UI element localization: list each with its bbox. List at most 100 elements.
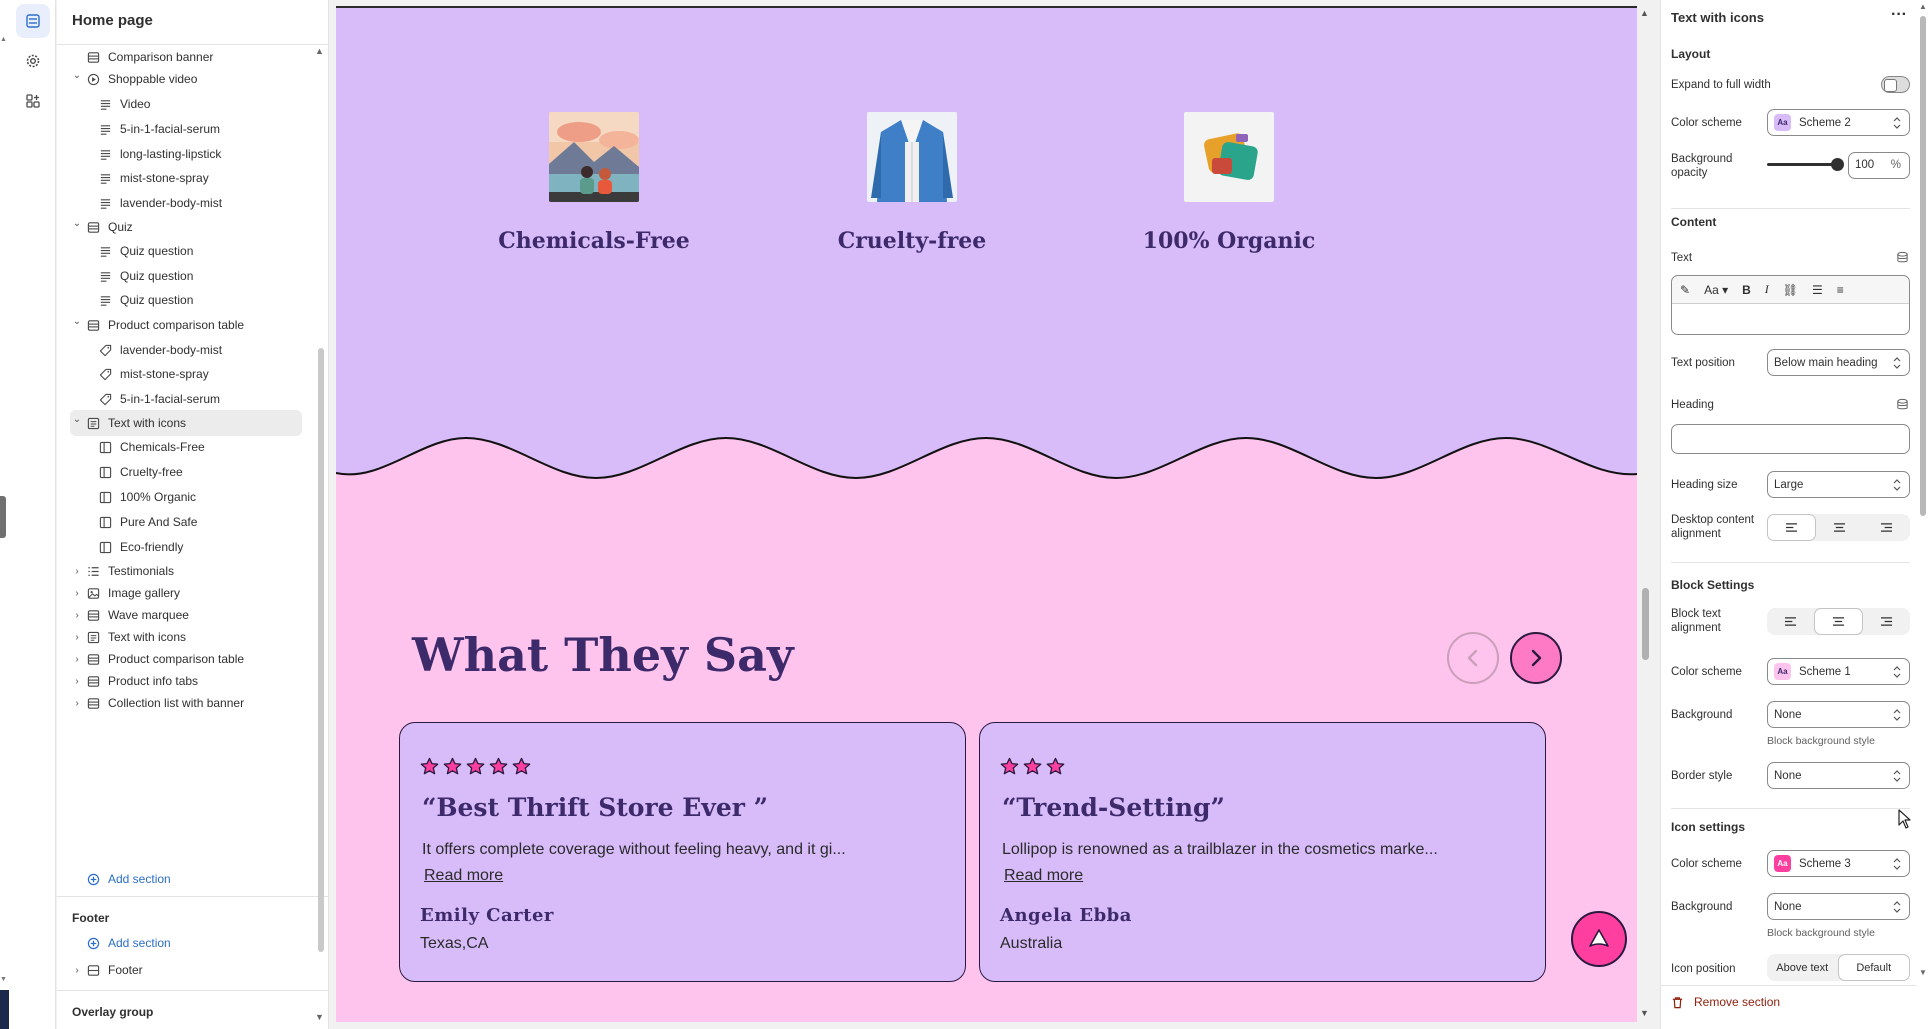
remove-section-button[interactable]: Remove section xyxy=(1671,995,1780,1009)
tree-item[interactable]: Chemicals-Free xyxy=(70,434,302,460)
expand-full-width-toggle[interactable] xyxy=(1881,76,1910,93)
sidebar-scroll-down-icon[interactable]: ▼ xyxy=(315,1012,324,1022)
desktop-alignment-segmented[interactable] xyxy=(1767,514,1910,541)
testimonial-card[interactable]: “Best Thrift Store Ever ” It offers comp… xyxy=(399,722,966,982)
tree-item[interactable]: mist-stone-spray xyxy=(70,165,302,191)
opacity-input[interactable]: 100 % xyxy=(1848,152,1910,179)
block-color-scheme-select[interactable]: Aa Scheme 1 xyxy=(1767,658,1910,685)
align-center-icon[interactable] xyxy=(1814,608,1863,635)
tree-item[interactable]: 5-in-1-facial-serum xyxy=(70,386,302,412)
tree-item[interactable]: Quiz question xyxy=(70,263,302,289)
read-more-link[interactable]: Read more xyxy=(1004,867,1083,885)
settings-gear-icon[interactable] xyxy=(16,44,50,78)
rich-text-editor[interactable]: ✎ Aa ▾ B I ⛓ ☰ ≡ xyxy=(1671,275,1910,335)
icon-position-segmented[interactable]: Above text Default xyxy=(1767,954,1910,981)
heading-input[interactable] xyxy=(1671,424,1910,454)
tree-item[interactable]: long-lasting-lipstick xyxy=(70,141,302,167)
link-icon[interactable]: ⛓ xyxy=(1783,283,1798,297)
tree-item[interactable]: Video xyxy=(70,91,302,117)
heading-size-select[interactable]: Large xyxy=(1767,471,1910,498)
chevron-down-icon[interactable]: ⌄ xyxy=(72,218,82,229)
testimonial-card[interactable]: “Trend-Setting” Lollipop is renowned as … xyxy=(979,722,1546,982)
bold-icon[interactable]: B xyxy=(1742,283,1751,297)
heading-size-label: Heading size xyxy=(1671,479,1738,491)
scroll-up-icon[interactable]: ▲ xyxy=(0,36,7,43)
numbered-list-icon[interactable]: ≡ xyxy=(1837,283,1844,297)
add-section-button[interactable]: Add section xyxy=(70,866,302,892)
chevron-right-icon[interactable]: › xyxy=(72,632,82,643)
tree-item[interactable]: ⌄ Text with icons xyxy=(70,410,302,436)
more-options-icon[interactable]: ··· xyxy=(1891,6,1907,24)
align-right-icon[interactable] xyxy=(1863,608,1910,635)
tree-item[interactable]: lavender-body-mist xyxy=(70,337,302,363)
icon-position-default[interactable]: Default xyxy=(1837,954,1910,981)
tree-item[interactable]: › Collection list with banner xyxy=(70,690,302,716)
scroll-down-icon[interactable]: ▼ xyxy=(0,976,7,983)
chevron-right-icon[interactable]: › xyxy=(72,676,82,687)
tree-item[interactable]: Eco-friendly xyxy=(70,534,302,560)
font-size-dropdown[interactable]: Aa ▾ xyxy=(1704,283,1728,297)
text-position-select[interactable]: Below main heading xyxy=(1767,349,1910,376)
chevron-down-icon[interactable]: ⌄ xyxy=(72,70,82,81)
resize-handle[interactable] xyxy=(0,496,6,538)
chevron-right-icon[interactable]: › xyxy=(72,566,82,577)
scroll-to-top-button[interactable] xyxy=(1571,911,1627,967)
panel-scroll-up-icon[interactable]: ▲ xyxy=(1919,2,1927,11)
align-left-icon[interactable] xyxy=(1767,608,1814,635)
carousel-next-button[interactable] xyxy=(1510,632,1562,684)
feature-cruelty-free[interactable]: Cruelty-free xyxy=(762,112,1062,254)
opacity-slider-thumb[interactable] xyxy=(1831,158,1844,171)
panel-scroll-down-icon[interactable]: ▼ xyxy=(1919,968,1927,977)
tree-item[interactable]: 100% Organic xyxy=(70,484,302,510)
chevron-right-icon[interactable]: › xyxy=(72,698,82,709)
panel-scrollbar-thumb[interactable] xyxy=(1920,16,1926,516)
icon-background-select[interactable]: None xyxy=(1767,893,1910,920)
sidebar-scrollbar-thumb[interactable] xyxy=(318,348,324,952)
canvas-scrollbar-thumb[interactable] xyxy=(1642,588,1649,660)
block-alignment-segmented[interactable] xyxy=(1767,608,1910,635)
chevron-down-icon[interactable]: ⌄ xyxy=(72,414,82,425)
footer-add-section-button[interactable]: Add section xyxy=(70,930,302,956)
sidebar-scroll-up-icon[interactable]: ▲ xyxy=(315,46,324,56)
magic-wand-icon[interactable]: ✎ xyxy=(1680,283,1690,297)
border-style-select[interactable]: None xyxy=(1767,762,1910,789)
chevron-right-icon[interactable]: › xyxy=(72,965,82,976)
align-left-icon[interactable] xyxy=(1767,514,1816,541)
sections-icon[interactable] xyxy=(16,4,50,38)
icon-position-label: Icon position xyxy=(1671,963,1736,975)
tree-item[interactable]: Quiz question xyxy=(70,287,302,313)
align-right-icon[interactable] xyxy=(1863,514,1910,541)
bullet-list-icon[interactable]: ☰ xyxy=(1812,283,1823,297)
read-more-link[interactable]: Read more xyxy=(424,867,503,885)
apps-icon[interactable] xyxy=(16,84,50,118)
canvas-scroll-up-icon[interactable]: ▲ xyxy=(1640,8,1649,18)
icon-color-scheme-select[interactable]: Aa Scheme 3 xyxy=(1767,850,1910,877)
dynamic-source-icon[interactable] xyxy=(1896,398,1909,414)
chevron-right-icon[interactable]: › xyxy=(72,610,82,621)
tree-item[interactable]: Cruelty-free xyxy=(70,459,302,485)
feature-100-organic[interactable]: 100% Organic xyxy=(1079,112,1379,254)
tree-item-footer[interactable]: › Footer xyxy=(70,957,302,983)
chevron-right-icon[interactable]: › xyxy=(72,654,82,665)
dynamic-source-icon[interactable] xyxy=(1896,251,1909,267)
chevron-down-icon[interactable]: ⌄ xyxy=(72,316,82,327)
italic-icon[interactable]: I xyxy=(1765,282,1769,297)
color-scheme-select[interactable]: Aa Scheme 2 xyxy=(1767,109,1910,136)
tree-item[interactable]: 5-in-1-facial-serum xyxy=(70,116,302,142)
canvas-scroll-down-icon[interactable]: ▼ xyxy=(1640,1008,1649,1018)
align-center-icon[interactable] xyxy=(1816,514,1863,541)
tree-item[interactable]: ⌄ Quiz xyxy=(70,214,302,240)
tree-item[interactable]: mist-stone-spray xyxy=(70,361,302,387)
tree-item-label: Video xyxy=(120,97,151,111)
tree-item[interactable]: Pure And Safe xyxy=(70,509,302,535)
carousel-prev-button[interactable] xyxy=(1447,632,1499,684)
tree-item[interactable]: Quiz question xyxy=(70,238,302,264)
block-background-select[interactable]: None xyxy=(1767,701,1910,728)
tree-item[interactable]: lavender-body-mist xyxy=(70,190,302,216)
tree-item[interactable]: ⌄ Product comparison table xyxy=(70,312,302,338)
chevron-right-icon[interactable]: › xyxy=(72,588,82,599)
icon-position-above-text[interactable]: Above text xyxy=(1767,954,1838,981)
feature-chemicals-free[interactable]: Chemicals-Free xyxy=(444,112,744,254)
opacity-slider-track[interactable] xyxy=(1767,163,1837,166)
tree-item[interactable]: ⌄ Shoppable video xyxy=(70,66,302,92)
